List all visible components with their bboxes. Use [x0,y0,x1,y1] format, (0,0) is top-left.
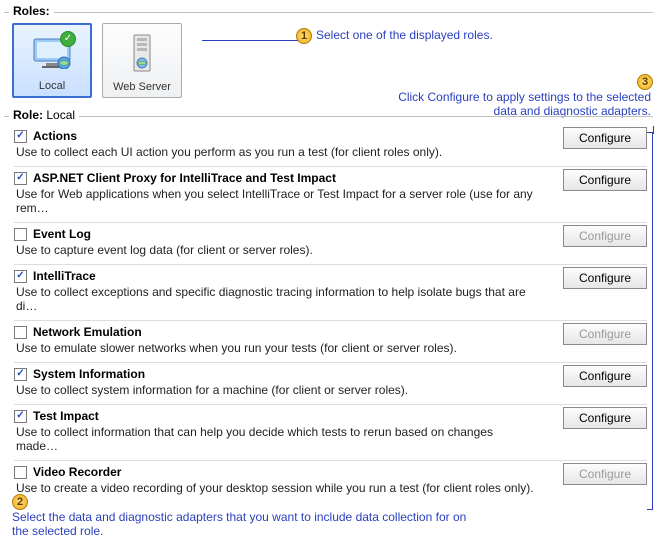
role-detail-header: Role: Local [9,108,79,122]
adapter-description: Use to capture event log data (for clien… [14,243,534,257]
adapter-row: Test Impact Use to collect information th… [14,404,647,460]
annotation-badge-2: 2 [12,494,28,510]
adapter-checkbox[interactable] [14,410,27,423]
role-tile-web-server[interactable]: Web Server [102,23,182,98]
adapter-checkbox[interactable] [14,228,27,241]
adapter-checkbox[interactable] [14,326,27,339]
adapter-checkbox[interactable] [14,368,27,381]
adapter-description: Use for Web applications when you select… [14,187,534,215]
configure-button[interactable]: Configure [563,169,647,191]
configure-button[interactable]: Configure [563,407,647,429]
configure-button[interactable]: Configure [563,127,647,149]
adapter-row: System Information Use to collect system … [14,362,647,404]
configure-button: Configure [563,323,647,345]
configure-button: Configure [563,463,647,485]
configure-button: Configure [563,225,647,247]
adapter-description: Use to emulate slower networks when you … [14,341,534,355]
adapter-checkbox[interactable] [14,172,27,185]
role-label-local: Local [39,80,65,92]
check-icon: ✓ [60,31,76,47]
adapter-row: Actions Use to collect each UI action you… [14,125,647,166]
adapter-checkbox[interactable] [14,130,27,143]
role-tile-local[interactable]: ✓ Local [12,23,92,98]
adapter-title: Actions [33,129,77,143]
adapter-title: IntelliTrace [33,269,96,283]
adapter-description: Use to collect exceptions and specific d… [14,285,534,313]
adapter-title: System Information [33,367,145,381]
adapter-title: Test Impact [33,409,99,423]
adapter-checkbox[interactable] [14,466,27,479]
adapter-description: Use to collect information that can help… [14,425,534,453]
role-detail-section: Role: Local ActionsUse to collect each U… [4,116,653,502]
adapter-title: Network Emulation [33,325,142,339]
role-label-web-server: Web Server [113,81,171,93]
adapter-description: Use to collect system information for a … [14,383,534,397]
configure-button[interactable]: Configure [563,267,647,289]
adapter-description: Use to create a video recording of your … [14,481,534,495]
annotation-2-text: Select the data and diagnostic adapters … [12,510,472,538]
adapter-row: Event Log Use to capture event log data (… [14,222,647,264]
adapter-row: IntelliTrace Use to collect exceptions an… [14,264,647,320]
adapter-description: Use to collect each UI action you perfor… [14,145,534,159]
adapter-row: Network Emulation Use to emulate slower n… [14,320,647,362]
adapter-title: Event Log [33,227,91,241]
adapter-title: Video Recorder [33,465,121,479]
adapter-title: ASP.NET Client Proxy for IntelliTrace an… [33,171,336,185]
roles-section: Roles: ✓ Local Web Server [4,12,653,98]
server-icon [130,24,154,81]
configure-button[interactable]: Configure [563,365,647,387]
adapter-row: ASP.NET Client Proxy for IntelliTrace an… [14,166,647,222]
roles-header: Roles: [9,4,54,18]
adapter-checkbox[interactable] [14,270,27,283]
